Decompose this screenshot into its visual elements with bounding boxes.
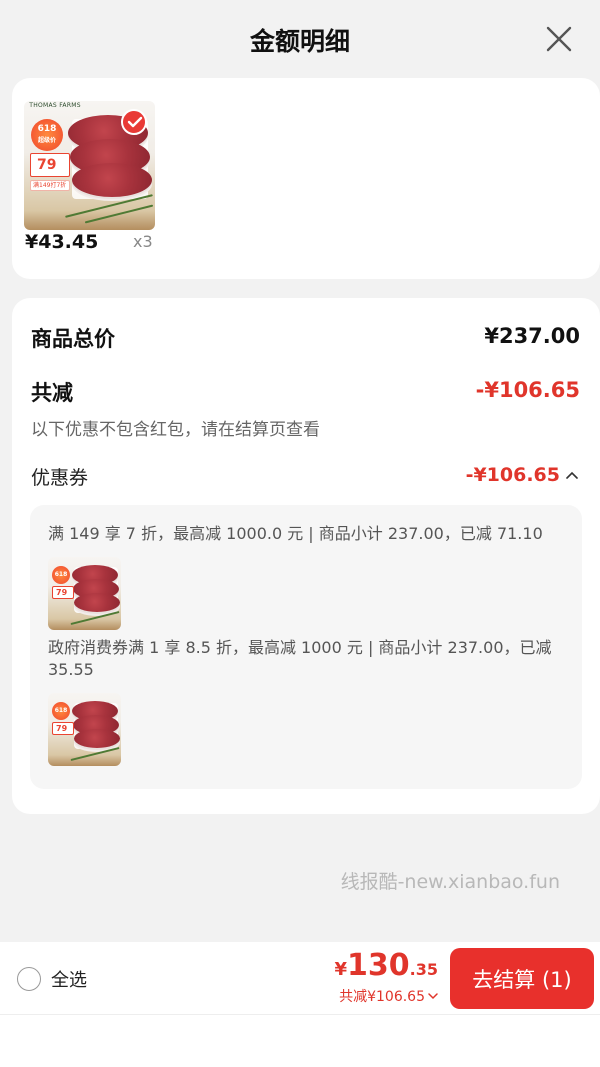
chevron-down-icon: [428, 992, 438, 999]
rule-product-thumb: 618 79: [48, 693, 121, 766]
coupon-detail-box: 满 149 享 7 折，最高减 1000.0 元 | 商品小计 237.00，已…: [30, 505, 582, 789]
badge-text: 618: [54, 571, 68, 578]
rule-product-thumb: 618 79: [48, 557, 121, 630]
price-tag-value: 79: [37, 157, 57, 173]
product-price: ¥43.45: [25, 231, 99, 253]
checkout-bar: 全选 ¥130.35 共减¥106.65 去结算 (1): [0, 942, 600, 1014]
checkout-button[interactable]: 去结算 (1): [450, 948, 594, 1009]
brand-logo: THOMAS FARMS: [29, 102, 81, 110]
badge-text: 618: [54, 707, 68, 714]
watermark: 线报酷-new.xianbao.fun: [340, 871, 560, 893]
selected-badge[interactable]: [121, 109, 147, 135]
reduce-label: 共减: [31, 381, 73, 405]
price-tag: 79: [52, 586, 74, 599]
patty: [72, 163, 152, 197]
coupon-rule-text: 政府消费券满 1 享 8.5 折，最高减 1000 元 | 商品小计 237.0…: [48, 638, 552, 679]
coupon-rule-text: 满 149 享 7 折，最高减 1000.0 元 | 商品小计 237.00，已…: [48, 524, 543, 543]
subtotal-label: 商品总价: [31, 327, 115, 351]
total-int: 130: [347, 948, 410, 983]
herb: [70, 610, 120, 626]
promo-badge: 618: [52, 702, 70, 720]
page-title: 金额明细: [249, 27, 350, 56]
select-all-radio[interactable]: [17, 967, 41, 991]
patty: [74, 729, 120, 748]
home-indicator-area: [0, 1014, 600, 1067]
product-card: THOMAS FARMS 618 超级价 79 满149打7折 ¥43.45 x…: [12, 78, 600, 279]
checkout-label: 去结算 (1): [472, 967, 572, 992]
coupon-toggle[interactable]: -¥106.65: [466, 464, 578, 486]
total-discount: 共减¥106.65: [339, 989, 425, 1005]
price-tag: 79: [52, 722, 74, 735]
close-button[interactable]: [544, 24, 574, 54]
total-yen: ¥: [334, 959, 348, 980]
product-image[interactable]: THOMAS FARMS 618 超级价 79 满149打7折: [24, 101, 155, 230]
patty: [74, 593, 120, 612]
detail-card: 商品总价 ¥237.00 共减 -¥106.65 以下优惠不包含红包，请在结算页…: [12, 298, 600, 814]
price-tag: 79: [30, 153, 70, 177]
promo-badge: 618: [52, 566, 70, 584]
total-dec: .35: [409, 960, 438, 979]
select-all-toggle[interactable]: 全选: [17, 966, 87, 992]
reduce-value: -¥106.65: [475, 378, 580, 402]
select-all-label: 全选: [51, 970, 87, 991]
badge-sub: 超级价: [37, 137, 56, 144]
header: 金额明细: [0, 0, 600, 78]
promo-tag: 满149打7折: [30, 180, 70, 191]
total-discount-toggle[interactable]: 共减¥106.65: [339, 986, 438, 1006]
badge-text: 618: [37, 124, 57, 134]
subtotal-value: ¥237.00: [484, 324, 580, 348]
discount-note: 以下优惠不包含红包，请在结算页查看: [31, 420, 320, 440]
promo-tag-text: 满149打7折: [33, 182, 67, 189]
close-icon: [546, 26, 572, 52]
promo-badge: 618 超级价: [31, 119, 63, 151]
price-tag-value: 79: [56, 588, 68, 597]
price-tag-value: 79: [56, 724, 68, 733]
product-qty: x3: [133, 232, 153, 251]
coupon-value: -¥106.65: [465, 464, 560, 486]
check-icon: [127, 116, 143, 128]
total-price: ¥130.35: [335, 948, 439, 983]
chevron-up-icon: [566, 471, 578, 479]
coupon-label: 优惠券: [31, 467, 89, 489]
herb: [70, 746, 120, 762]
